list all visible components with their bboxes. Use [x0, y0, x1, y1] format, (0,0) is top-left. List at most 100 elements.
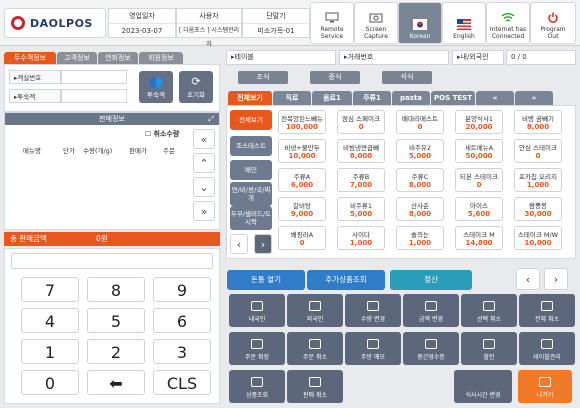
menu-item[interactable]: 주류A 6,000 — [278, 168, 326, 192]
internet-status-button[interactable]: Internet has Connected — [486, 2, 530, 44]
key-3[interactable]: 4 — [21, 308, 79, 333]
전체 취소-button[interactable]: 전체 취소 — [519, 294, 575, 327]
side-category-3[interactable]: 연/비/쌍/국/찌개 — [230, 182, 272, 206]
menu-item[interactable]: 아이스 5,600 — [455, 197, 503, 221]
tab-member-info[interactable]: 회원정보 — [139, 52, 183, 64]
menu-item[interactable]: 안심 스테이크 0 — [514, 139, 562, 163]
menu-item[interactable]: 스테이크 M/W 10,000 — [514, 226, 562, 250]
side-category-0[interactable]: 전체보기 — [230, 110, 272, 130]
scroll-top-button[interactable]: « — [193, 129, 215, 149]
주방 메모-button[interactable]: 주방 메모 — [345, 332, 401, 365]
breakfast-button[interactable]: 조식 — [238, 71, 288, 84]
주문 확정-button[interactable]: 주문 확정 — [229, 332, 285, 365]
key-10[interactable]: ⬅ — [87, 370, 145, 395]
menu-item[interactable]: 전복양된느빼뉴 100,000 — [278, 110, 326, 134]
menu-item[interactable]: 산사춘 8,000 — [396, 197, 444, 221]
lunch-button[interactable]: 중식 — [310, 71, 360, 84]
key-4[interactable]: 5 — [87, 308, 145, 333]
key-0[interactable]: 7 — [21, 277, 79, 302]
menu-tab-0[interactable]: 전체보기 — [228, 91, 272, 105]
btn-label: 상품조회 — [245, 392, 269, 399]
key-7[interactable]: 2 — [87, 339, 145, 364]
category-next-button[interactable]: › — [254, 234, 272, 254]
remote-service-button[interactable]: Remote Service — [310, 2, 354, 44]
scroll-down-button[interactable]: ⌄ — [193, 177, 215, 197]
menu-item[interactable]: 점심 스페이크 0 — [337, 110, 385, 134]
memo-icon — [367, 339, 379, 349]
reset-button[interactable]: ⟳ 초기화 — [179, 71, 213, 103]
key-5[interactable]: 6 — [153, 308, 211, 333]
key-11[interactable]: CLS — [153, 370, 211, 395]
expand-icon[interactable]: ⤢ — [208, 113, 214, 125]
settlement-button[interactable]: 정산 — [390, 270, 472, 290]
menu-item[interactable]: 솔의눈 1,000 — [396, 226, 444, 250]
menu-item[interactable]: 사이다 1,000 — [337, 226, 385, 250]
tab-banquet-info[interactable]: 연회정보 — [98, 52, 138, 64]
테이블관리-button[interactable]: 테이블관리 — [519, 332, 575, 365]
판매 취소-button[interactable]: 판매 취소 — [287, 370, 343, 403]
side-category-4[interactable]: 두부/샐러드/도시락 — [230, 206, 272, 230]
menu-tab-5[interactable]: POS TEST — [431, 91, 475, 105]
page-prev-button[interactable]: ‹ — [516, 268, 540, 290]
key-8[interactable]: 3 — [153, 339, 211, 364]
menu-item[interactable]: 비빔냉면곱빼 8,000 — [337, 139, 385, 163]
menu-item[interactable]: 세트메뉴A 50,000 — [455, 139, 503, 163]
menu-item[interactable]: 주류B 7,000 — [337, 168, 385, 192]
menu-tab-4[interactable]: pasta — [392, 91, 430, 105]
key-2[interactable]: 9 — [153, 277, 211, 302]
menu-item[interactable]: 분양식사1 20,000 — [455, 110, 503, 134]
change-meal-time-button[interactable]: 식사시간 변경 — [454, 370, 512, 403]
scroll-up-button[interactable]: ⌃ — [193, 153, 215, 173]
menu-item[interactable]: 비주유2 5,000 — [396, 139, 444, 163]
key-6[interactable]: 1 — [21, 339, 79, 364]
menu-item[interactable]: 포카칩 오리지 1,000 — [514, 168, 562, 192]
상품조회-button[interactable]: 상품조회 — [229, 370, 285, 403]
page-next-button[interactable]: › — [544, 268, 568, 290]
menu-item[interactable]: 비병 곰빼기 8,000 — [514, 110, 562, 134]
korean-button[interactable]: Korean — [398, 2, 442, 44]
tab-customer-info[interactable]: 고객정보 — [57, 52, 97, 64]
menu-item[interactable]: 티본 스테이크 0 — [455, 168, 503, 192]
수량 변경-button[interactable]: 수량 변경 — [345, 294, 401, 327]
menu-item[interactable]: 배대리메스트 0 — [396, 110, 444, 134]
room-number-field[interactable] — [61, 70, 127, 84]
english-button[interactable]: English — [442, 2, 486, 44]
program-out-button[interactable]: Program Out — [530, 2, 576, 44]
dinner-button[interactable]: 석식 — [382, 71, 432, 84]
menu-tab-6[interactable]: « — [476, 91, 514, 105]
menu-tab-3[interactable]: 주류1 — [353, 91, 391, 105]
guest-field[interactable] — [61, 89, 127, 103]
side-category-1[interactable]: 조스테스트 — [230, 136, 272, 156]
tab-guest-info[interactable]: 두수객정보 — [4, 52, 56, 64]
guest-button[interactable]: 👥 투숙객 — [139, 71, 173, 103]
key-9[interactable]: 0 — [21, 370, 79, 395]
menu-item[interactable]: 봬핑라A 0 — [278, 226, 326, 250]
menu-item[interactable]: 짬뽕봉 30,000 — [514, 197, 562, 221]
additional-product-button[interactable]: 추가상품조회 — [307, 270, 385, 290]
내국인-button[interactable]: 내국인 — [229, 294, 285, 327]
key-1[interactable]: 8 — [87, 277, 145, 302]
screen-capture-button[interactable]: Screen Capture — [354, 2, 398, 44]
menu-item[interactable]: 주류C 8,000 — [396, 168, 444, 192]
open-drawer-button[interactable]: 돈통 열기 — [227, 270, 305, 290]
side-category-2[interactable]: 배인 — [230, 160, 272, 180]
외국인-button[interactable]: 외국인 — [287, 294, 343, 327]
중간영수증-button[interactable]: 중간영수증 — [403, 332, 459, 365]
할인-button[interactable]: 할인 — [461, 332, 517, 365]
menu-tab-7[interactable]: » — [515, 91, 553, 105]
scroll-bottom-button[interactable]: » — [193, 201, 215, 221]
menu-item[interactable]: 갈비탕 9,000 — [278, 197, 326, 221]
선택 취소-button[interactable]: 선택 취소 — [461, 294, 517, 327]
주문 취소-button[interactable]: 주문 취소 — [287, 332, 343, 365]
menu-item[interactable]: 스테이크 M 14,800 — [455, 226, 503, 250]
금액 변경-button[interactable]: 금액 변경 — [403, 294, 459, 327]
menu-tab-1[interactable]: 직료 — [273, 91, 311, 105]
menu-item[interactable]: 비주류1 5,000 — [337, 197, 385, 221]
menu-item[interactable]: 비냉+물만두 10,000 — [278, 139, 326, 163]
menu-item-price: 10,000 — [288, 152, 316, 160]
cancel-qty-checkbox[interactable]: ☐ 취소수량 — [145, 129, 179, 139]
menu-tab-2[interactable]: 음료1 — [312, 91, 352, 105]
exit-button[interactable]: 나가기 — [518, 370, 572, 403]
keypad-display[interactable] — [11, 253, 213, 269]
category-prev-button[interactable]: ‹ — [230, 234, 248, 254]
